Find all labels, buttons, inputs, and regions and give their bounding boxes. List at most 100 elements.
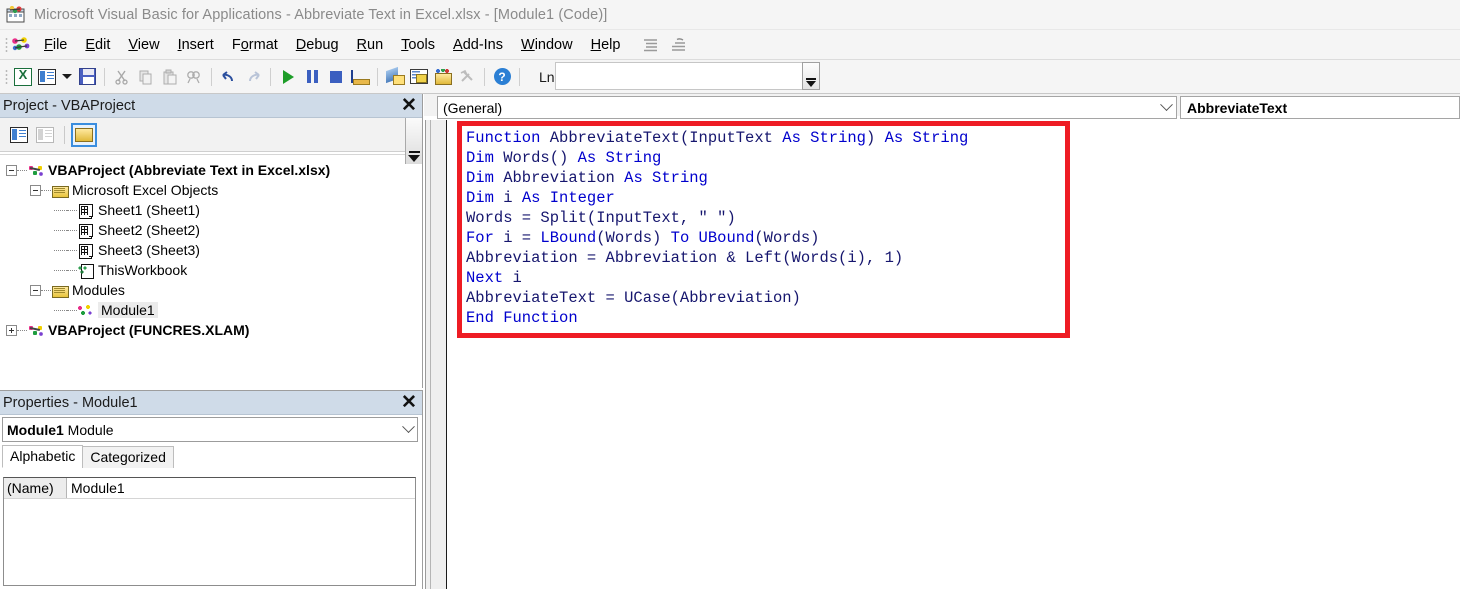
close-icon[interactable]: ✕ bbox=[398, 95, 420, 117]
code-keyword: LBound bbox=[540, 229, 597, 247]
undo-icon[interactable] bbox=[217, 65, 241, 89]
properties-object-combo[interactable]: Module1 Module bbox=[2, 417, 418, 442]
procedure-combo[interactable]: AbbreviateText bbox=[1180, 96, 1460, 119]
menu-debug[interactable]: Debug bbox=[287, 35, 348, 55]
close-icon[interactable]: ✕ bbox=[398, 392, 420, 414]
menu-window[interactable]: Window bbox=[512, 35, 582, 55]
properties-window-icon[interactable] bbox=[407, 65, 431, 89]
tree-item-label: Modules bbox=[72, 282, 125, 298]
toolbar-grip[interactable] bbox=[5, 68, 8, 85]
toolbar-separator bbox=[270, 67, 271, 86]
property-row[interactable]: (Name) Module1 bbox=[4, 478, 415, 499]
object-combo[interactable]: (General) bbox=[437, 96, 1177, 119]
procedure-combo-value: AbbreviateText bbox=[1187, 99, 1288, 116]
expand-icon[interactable] bbox=[6, 324, 17, 336]
menu-add-ins[interactable]: Add-Ins bbox=[444, 35, 512, 55]
break-icon[interactable] bbox=[300, 65, 324, 89]
tree-item-sheet3-sheet3[interactable]: Sheet3 (Sheet3) bbox=[0, 240, 405, 260]
tree-connector bbox=[17, 329, 27, 331]
tree-item-module1[interactable]: Module1 bbox=[0, 300, 405, 320]
tree-item-label: VBAProject (Abbreviate Text in Excel.xls… bbox=[48, 162, 331, 178]
collapse-icon[interactable] bbox=[30, 184, 41, 196]
project-scrollbar-down-button[interactable] bbox=[405, 118, 422, 164]
properties-object-type: Module bbox=[67, 421, 114, 438]
tree-item-modules[interactable]: Modules bbox=[0, 280, 405, 300]
collapse-icon[interactable] bbox=[6, 164, 17, 176]
design-mode-icon[interactable] bbox=[348, 65, 372, 89]
list-indent-icon[interactable] bbox=[671, 37, 686, 52]
help-icon[interactable]: ? bbox=[490, 65, 514, 89]
toggle-folders-icon[interactable] bbox=[71, 122, 97, 147]
menu-view[interactable]: View bbox=[119, 35, 168, 55]
paste-icon[interactable] bbox=[158, 65, 182, 89]
list-lines-icon[interactable] bbox=[643, 38, 658, 52]
menu-run[interactable]: Run bbox=[348, 35, 393, 55]
properties-tabs: Alphabetic Categorized bbox=[0, 445, 422, 468]
menu-format[interactable]: Format bbox=[223, 35, 287, 55]
menu-help[interactable]: Help bbox=[582, 35, 630, 55]
properties-panel-title: Properties - Module1 bbox=[3, 394, 138, 411]
tree-item-sheet2-sheet2[interactable]: Sheet2 (Sheet2) bbox=[0, 220, 405, 240]
tree-item-vbaproject-funcres-xlam[interactable]: VBAProject (FUNCRES.XLAM) bbox=[0, 320, 405, 340]
excel-view-icon[interactable] bbox=[11, 65, 35, 89]
tree-item-sheet1-sheet1[interactable]: Sheet1 (Sheet1) bbox=[0, 200, 405, 220]
save-icon[interactable] bbox=[75, 65, 99, 89]
project-tree[interactable]: VBAProject (Abbreviate Text in Excel.xls… bbox=[0, 154, 405, 388]
tree-connector bbox=[41, 289, 51, 291]
tab-categorized[interactable]: Categorized bbox=[82, 446, 174, 468]
tab-alphabetic[interactable]: Alphabetic bbox=[2, 445, 84, 468]
toolbox-icon[interactable] bbox=[455, 65, 479, 89]
redo-icon[interactable] bbox=[241, 65, 265, 89]
tree-connector bbox=[67, 269, 77, 271]
vba-project-icon bbox=[27, 163, 44, 178]
code-line: Words = Split(InputText, " ") bbox=[466, 208, 968, 228]
insert-dropdown-caret[interactable] bbox=[59, 65, 75, 89]
tree-item-vbaproject-abbreviate-text-in-excel-xlsx[interactable]: VBAProject (Abbreviate Text in Excel.xls… bbox=[0, 160, 405, 180]
toolbar-overlay-textbox[interactable] bbox=[555, 62, 815, 90]
properties-grid[interactable]: (Name) Module1 bbox=[3, 477, 416, 586]
toolbar-separator bbox=[211, 67, 212, 86]
tree-connector bbox=[54, 229, 67, 231]
collapse-icon[interactable] bbox=[30, 284, 41, 296]
menu-insert[interactable]: Insert bbox=[169, 35, 223, 55]
object-browser-icon[interactable] bbox=[431, 65, 455, 89]
menu-tools[interactable]: Tools bbox=[392, 35, 444, 55]
toolbar-scroll-down-button[interactable] bbox=[802, 62, 820, 90]
properties-object-label: Module1 Module bbox=[7, 422, 114, 438]
project-explorer-icon[interactable] bbox=[383, 65, 407, 89]
project-panel-caption: Project - VBAProject ✕ bbox=[0, 94, 422, 118]
tree-connector bbox=[54, 309, 67, 311]
menu-bar: File Edit View Insert Format Debug Run T… bbox=[0, 30, 1460, 60]
run-icon[interactable] bbox=[276, 65, 300, 89]
tree-item-label: VBAProject (FUNCRES.XLAM) bbox=[48, 322, 250, 338]
chevron-down-icon[interactable] bbox=[402, 420, 415, 434]
menu-file[interactable]: File bbox=[35, 35, 76, 55]
find-icon[interactable] bbox=[182, 65, 206, 89]
chevron-down-icon[interactable] bbox=[1160, 98, 1173, 112]
menu-edit[interactable]: Edit bbox=[76, 35, 119, 55]
code-line: Dim Abbreviation As String bbox=[466, 168, 968, 188]
tree-item-thisworkbook[interactable]: ThisWorkbook bbox=[0, 260, 405, 280]
menubar-grip[interactable] bbox=[5, 36, 8, 53]
tree-connector bbox=[67, 309, 77, 311]
toolbar-separator bbox=[484, 67, 485, 86]
view-code-icon[interactable] bbox=[6, 123, 32, 147]
tree-connector bbox=[54, 269, 67, 271]
insert-userform-icon[interactable] bbox=[35, 65, 59, 89]
module-icon bbox=[77, 303, 94, 318]
title-bar: Microsoft Visual Basic for Applications … bbox=[0, 0, 1460, 30]
tree-item-label: Sheet3 (Sheet3) bbox=[98, 242, 200, 258]
code-text: AbbreviateText(InputText bbox=[540, 129, 783, 147]
tree-item-microsoft-excel-objects[interactable]: Microsoft Excel Objects bbox=[0, 180, 405, 200]
copy-icon[interactable] bbox=[134, 65, 158, 89]
reset-icon[interactable] bbox=[324, 65, 348, 89]
tree-item-label: Sheet2 (Sheet2) bbox=[98, 222, 200, 238]
view-object-icon[interactable] bbox=[32, 123, 58, 147]
project-explorer-panel: Project - VBAProject ✕ VBAProject (Abbre… bbox=[0, 94, 423, 388]
property-value-cell[interactable]: Module1 bbox=[67, 478, 415, 498]
project-panel-title: Project - VBAProject bbox=[3, 97, 136, 114]
cut-icon[interactable] bbox=[110, 65, 134, 89]
code-editor[interactable]: Function AbbreviateText(InputText As Str… bbox=[448, 120, 1460, 589]
code-margin-indicator-bar[interactable] bbox=[425, 120, 447, 589]
tree-connector bbox=[67, 209, 77, 211]
